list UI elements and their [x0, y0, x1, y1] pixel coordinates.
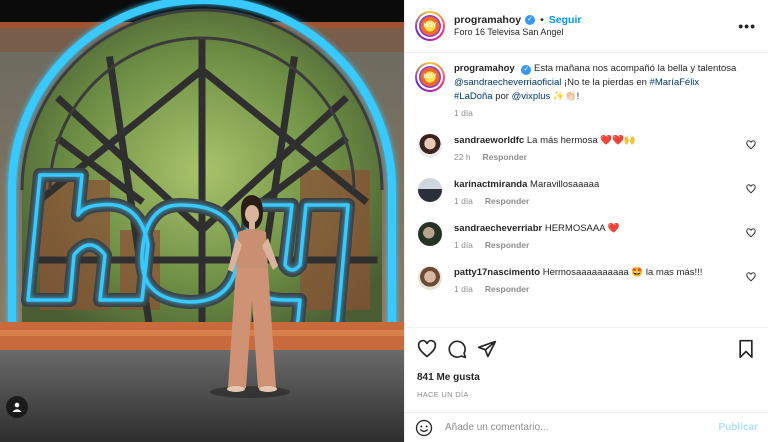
- comment-time[interactable]: 1 día: [454, 284, 473, 294]
- post-photo: [0, 0, 404, 442]
- comment-username[interactable]: patty17nascimento: [454, 267, 540, 278]
- post-date[interactable]: HACE UN DÍA: [417, 390, 756, 399]
- comment-item: patty17nascimento Hermosaaaaaaaaaa 🤩 la …: [415, 266, 758, 296]
- comments-feed[interactable]: HOY programahoy ✓ Esta mañana nos acompa…: [405, 54, 768, 327]
- comment-time[interactable]: 1 día: [454, 196, 473, 206]
- verified-badge-icon: ✓: [525, 15, 536, 26]
- emoji-picker-icon[interactable]: [415, 419, 433, 437]
- comment-text: HERMOSAAA ❤️: [544, 222, 620, 234]
- reply-button[interactable]: Responder: [485, 240, 529, 250]
- follow-button[interactable]: Seguir: [549, 14, 582, 27]
- comment-text: La más hermosa ❤️❤️🙌: [526, 134, 636, 146]
- comment-item: sandraecheverriabr HERMOSAAA ❤️ 1 día Res…: [415, 221, 758, 252]
- comment-text: Hermosaaaaaaaaaa 🤩 la mas más!!!: [542, 267, 703, 279]
- comment-time[interactable]: 1 día: [454, 240, 473, 250]
- comment-item: karinactmiranda Maravillosaaaaa 1 día Res…: [415, 177, 758, 208]
- like-comment-heart-icon[interactable]: [746, 272, 756, 282]
- comment-composer: Publicar: [405, 412, 768, 442]
- reply-button[interactable]: Responder: [483, 152, 527, 162]
- tagged-user-button[interactable]: [6, 396, 28, 418]
- like-comment-heart-icon[interactable]: [746, 184, 756, 194]
- share-paper-plane-icon[interactable]: [477, 339, 497, 359]
- hoy-logo-icon: HOY: [419, 66, 441, 88]
- mention-link[interactable]: @vixplus: [512, 91, 551, 102]
- comment-time[interactable]: 22 h: [454, 152, 471, 162]
- comment-item: sandraeworldfc La más hermosa ❤️❤️🙌 22 h…: [415, 133, 758, 164]
- mention-link[interactable]: @sandraecheverriaoficial: [454, 77, 561, 88]
- hashtag-link[interactable]: #MaríaFélix: [650, 77, 700, 88]
- comment-bubble-icon[interactable]: [447, 339, 467, 359]
- post-caption: HOY programahoy ✓ Esta mañana nos acompa…: [415, 62, 758, 120]
- comment-input[interactable]: [445, 422, 695, 433]
- instagram-post-modal: HOY programahoy ✓ • Seguir Foro 16 Telev…: [0, 0, 768, 442]
- commenter-avatar[interactable]: [418, 266, 442, 291]
- more-options-icon[interactable]: •••: [738, 18, 756, 34]
- comment-username[interactable]: karinactmiranda: [454, 179, 527, 190]
- comment-username[interactable]: sandraecheverriabr: [454, 223, 542, 234]
- save-bookmark-icon[interactable]: [736, 339, 756, 359]
- post-header: HOY programahoy ✓ • Seguir Foro 16 Telev…: [405, 0, 768, 53]
- reply-button[interactable]: Responder: [485, 284, 529, 294]
- comment-username[interactable]: sandraeworldfc: [454, 135, 524, 146]
- location-link[interactable]: Foro 16 Televisa San Angel: [454, 27, 581, 38]
- user-icon: [12, 402, 22, 412]
- caption-text: Esta mañana nos acompañó la bella y tale…: [534, 63, 737, 74]
- account-username[interactable]: programahoy: [454, 14, 521, 27]
- caption-text: ¡No te la pierdas en: [563, 76, 647, 88]
- post-side-panel: HOY programahoy ✓ • Seguir Foro 16 Telev…: [404, 0, 768, 442]
- commenter-avatar[interactable]: [418, 133, 442, 158]
- hoy-logo-icon: HOY: [419, 15, 441, 37]
- publish-button[interactable]: Publicar: [719, 422, 758, 433]
- commenter-avatar[interactable]: [418, 221, 442, 246]
- reply-button[interactable]: Responder: [485, 196, 529, 206]
- caption-time[interactable]: 1 día: [454, 107, 754, 119]
- caption-text: por: [495, 90, 509, 102]
- separator-dot: •: [540, 13, 544, 26]
- caption-username[interactable]: programahoy: [454, 63, 515, 74]
- caption-emojis: ✨👏🏻!: [552, 90, 580, 102]
- like-heart-icon[interactable]: [417, 339, 437, 359]
- comment-text: Maravillosaaaaa: [530, 178, 600, 190]
- like-comment-heart-icon[interactable]: [746, 139, 756, 150]
- commenter-avatar[interactable]: [418, 177, 442, 202]
- hashtag-link[interactable]: #LaDoña: [454, 91, 493, 102]
- account-avatar[interactable]: HOY: [415, 11, 445, 41]
- post-media[interactable]: [0, 0, 404, 442]
- likes-count[interactable]: 841 Me gusta: [417, 372, 756, 383]
- verified-badge-icon: ✓: [521, 65, 532, 76]
- like-comment-heart-icon[interactable]: [746, 228, 756, 238]
- post-actions: 841 Me gusta HACE UN DÍA: [405, 327, 768, 399]
- caption-avatar[interactable]: HOY: [415, 62, 445, 92]
